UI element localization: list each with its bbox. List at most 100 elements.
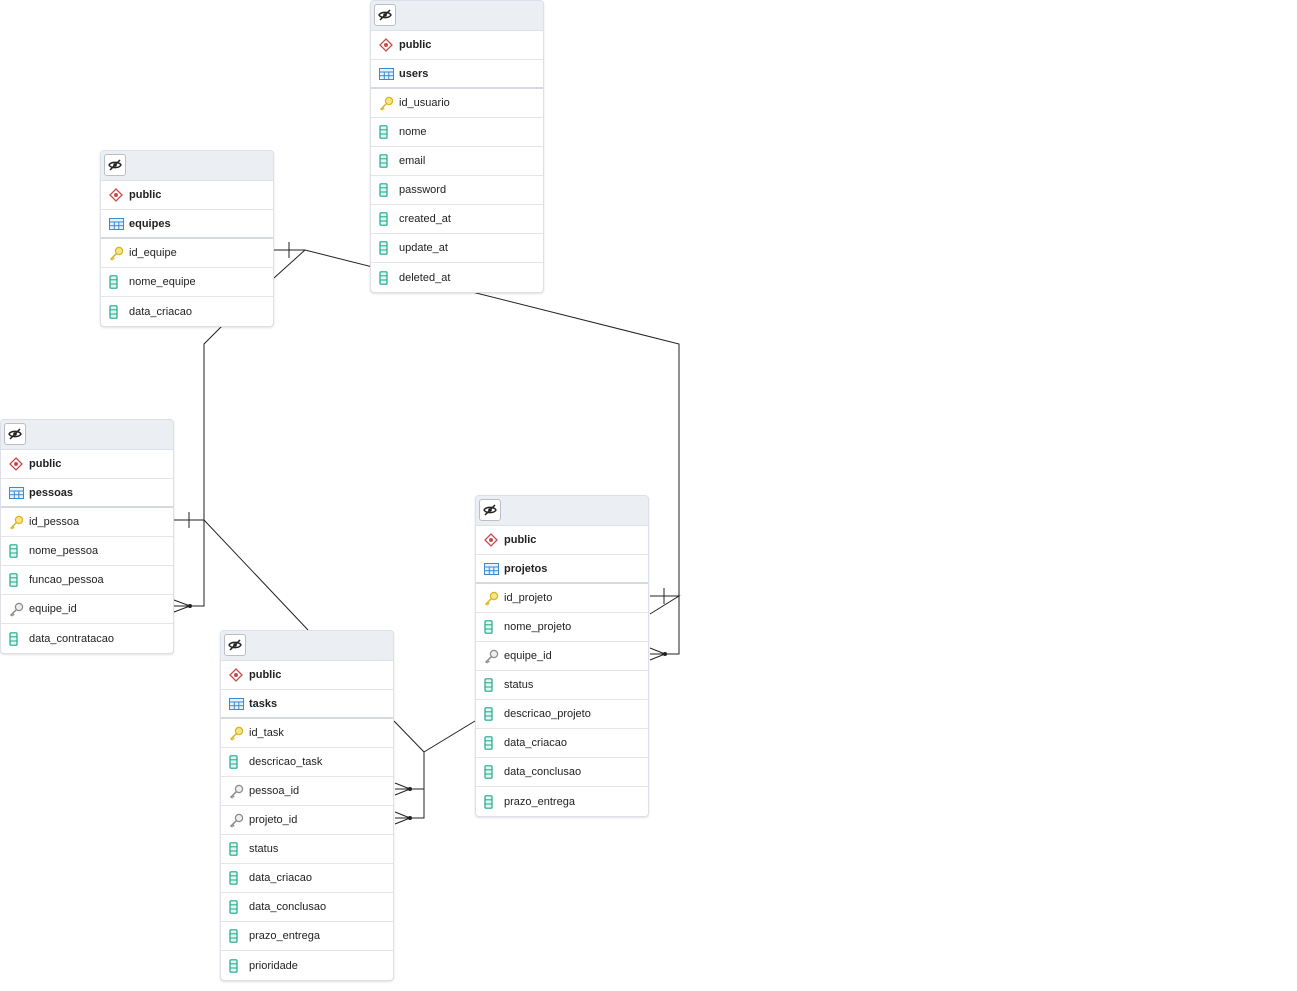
column-row[interactable]: descricao_task bbox=[221, 748, 393, 777]
column-row[interactable]: equipe_id bbox=[476, 642, 648, 671]
eye-off-icon[interactable] bbox=[224, 634, 246, 656]
schema-row: public bbox=[221, 661, 393, 690]
schema-row: public bbox=[371, 31, 543, 60]
table-name-row: users bbox=[371, 60, 543, 89]
column-name: prazo_entrega bbox=[504, 795, 575, 808]
column-row[interactable]: nome_pessoa bbox=[1, 537, 173, 566]
schema-name: public bbox=[129, 189, 162, 201]
eye-off-icon[interactable] bbox=[104, 154, 126, 176]
schema-row: public bbox=[476, 526, 648, 555]
column-icon bbox=[229, 900, 249, 914]
column-row[interactable]: id_projeto bbox=[476, 584, 648, 613]
column-name: data_conclusao bbox=[249, 901, 327, 913]
column-row[interactable]: id_task bbox=[221, 719, 393, 748]
many-marker bbox=[394, 811, 411, 819]
column-row[interactable]: id_pessoa bbox=[1, 508, 173, 537]
column-icon bbox=[229, 842, 249, 856]
eye-off-icon[interactable] bbox=[4, 423, 26, 445]
table-projetos[interactable]: public projetos id_projeto nome_projetoequi… bbox=[475, 495, 649, 817]
foreign-key-icon bbox=[484, 649, 504, 664]
column-row[interactable]: nome_equipe bbox=[101, 268, 273, 297]
column-name: id_task bbox=[249, 727, 284, 739]
schema-row: public bbox=[101, 181, 273, 210]
schema-name: public bbox=[504, 534, 537, 546]
many-marker-dot bbox=[188, 604, 192, 608]
column-name: nome bbox=[399, 126, 427, 138]
column-name: pessoa_id bbox=[249, 785, 300, 797]
schema-icon bbox=[109, 188, 129, 202]
column-name: data_contratacao bbox=[29, 632, 115, 645]
column-icon bbox=[379, 154, 399, 168]
column-name: prazo_entrega bbox=[249, 930, 320, 942]
column-name: descricao_task bbox=[249, 756, 323, 768]
column-row[interactable]: deleted_at bbox=[371, 263, 543, 292]
column-row[interactable]: prazo_entrega bbox=[476, 787, 648, 816]
column-row[interactable]: nome_projeto bbox=[476, 613, 648, 642]
table-header bbox=[1, 420, 173, 450]
column-name: data_criacao bbox=[504, 737, 567, 749]
table-pessoas[interactable]: public pessoas id_pessoa nome_pessoa funcao_… bbox=[0, 419, 174, 654]
schema-name: public bbox=[249, 669, 282, 681]
primary-key-icon bbox=[379, 96, 399, 111]
column-row[interactable]: status bbox=[476, 671, 648, 700]
table-tasks[interactable]: public tasks id_task descricao_task pessoa_i… bbox=[220, 630, 394, 981]
table-icon bbox=[229, 697, 249, 710]
column-row[interactable]: prioridade bbox=[221, 951, 393, 980]
table-equipes[interactable]: public equipes id_equipe nome_equipe data_cr… bbox=[100, 150, 274, 327]
column-row[interactable]: equipe_id bbox=[1, 595, 173, 624]
column-icon bbox=[379, 125, 399, 139]
link-projetos-equipes-branch bbox=[273, 249, 306, 279]
schema-name: public bbox=[29, 458, 62, 470]
column-row[interactable]: data_contratacao bbox=[1, 624, 173, 653]
column-name: nome_equipe bbox=[129, 276, 196, 288]
column-name: prioridade bbox=[249, 959, 298, 972]
eye-off-icon[interactable] bbox=[374, 4, 396, 26]
column-row[interactable]: data_criacao bbox=[221, 864, 393, 893]
many-marker-dot bbox=[408, 816, 412, 820]
column-row[interactable]: status bbox=[221, 835, 393, 864]
column-row[interactable]: data_criacao bbox=[101, 297, 273, 326]
column-icon bbox=[9, 544, 29, 558]
column-row[interactable]: id_usuario bbox=[371, 89, 543, 118]
column-row[interactable]: pessoa_id bbox=[221, 777, 393, 806]
column-row[interactable]: id_equipe bbox=[101, 239, 273, 268]
table-header bbox=[221, 631, 393, 661]
column-name: funcao_pessoa bbox=[29, 574, 104, 586]
table-name: tasks bbox=[249, 697, 278, 710]
column-row[interactable]: nome bbox=[371, 118, 543, 147]
column-row[interactable]: funcao_pessoa bbox=[1, 566, 173, 595]
column-row[interactable]: update_at bbox=[371, 234, 543, 263]
column-icon bbox=[229, 871, 249, 885]
column-row[interactable]: email bbox=[371, 147, 543, 176]
column-row[interactable]: data_conclusao bbox=[476, 758, 648, 787]
table-name: projetos bbox=[504, 562, 548, 575]
column-name: id_usuario bbox=[399, 97, 450, 109]
column-row[interactable]: descricao_projeto bbox=[476, 700, 648, 729]
column-row[interactable]: prazo_entrega bbox=[221, 922, 393, 951]
column-row[interactable]: data_criacao bbox=[476, 729, 648, 758]
table-name-row: projetos bbox=[476, 555, 648, 584]
column-name: id_pessoa bbox=[29, 516, 80, 528]
primary-key-icon bbox=[109, 246, 129, 261]
link-pessoas-equipes bbox=[174, 325, 223, 607]
column-icon bbox=[9, 631, 29, 646]
table-icon bbox=[379, 67, 399, 80]
table-name: users bbox=[399, 67, 429, 80]
column-row[interactable]: created_at bbox=[371, 205, 543, 234]
column-name: email bbox=[399, 155, 426, 167]
column-row[interactable]: password bbox=[371, 176, 543, 205]
table-name-row: pessoas bbox=[1, 479, 173, 508]
column-name: deleted_at bbox=[399, 271, 451, 284]
table-name-row: equipes bbox=[101, 210, 273, 239]
column-name: created_at bbox=[399, 213, 451, 225]
column-row[interactable]: projeto_id bbox=[221, 806, 393, 835]
eye-off-icon[interactable] bbox=[479, 499, 501, 521]
link-tasks-pessoas bbox=[174, 519, 309, 631]
column-name: equipe_id bbox=[29, 603, 77, 615]
column-icon bbox=[229, 958, 249, 973]
column-row[interactable]: data_conclusao bbox=[221, 893, 393, 922]
column-name: nome_projeto bbox=[504, 621, 572, 633]
column-icon bbox=[229, 755, 249, 769]
table-users[interactable]: public users id_usuarionome email password cr… bbox=[370, 0, 544, 293]
table-header bbox=[371, 1, 543, 31]
